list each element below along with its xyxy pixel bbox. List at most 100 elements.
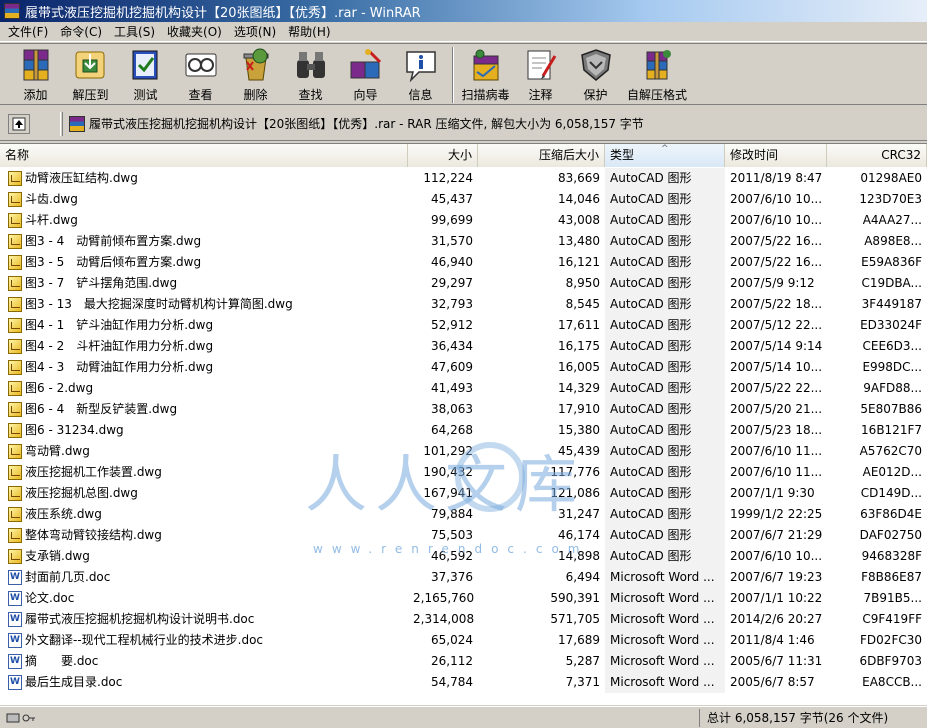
table-row[interactable]: 液压系统.dwg 79,884 31,247 AutoCAD 图形 1999/1/2 2… [0, 504, 927, 525]
sfx-button[interactable]: 自解压格式 [623, 44, 691, 104]
table-row[interactable]: 图3 - 7 铲斗摆角范围.dwg 29,297 8,950 AutoCAD 图形 20… [0, 273, 927, 294]
file-packed-size: 43,008 [558, 213, 600, 227]
table-row[interactable]: 液压挖掘机总图.dwg 167,941 121,086 AutoCAD 图形 2007/… [0, 483, 927, 504]
table-row[interactable]: 图6 - 2.dwg 41,493 14,329 AutoCAD 图形 2007/5/2… [0, 378, 927, 399]
table-row[interactable]: 斗杆.dwg 99,699 43,008 AutoCAD 图形 2007/6/10 10… [0, 210, 927, 231]
file-packed-size: 17,910 [558, 402, 600, 416]
file-packed-size: 6,494 [565, 570, 600, 584]
comment-button[interactable]: 注释 [513, 44, 568, 104]
file-name: 图3 - 5 动臂后倾布置方案.dwg [25, 255, 202, 269]
file-crc: CD149D... [860, 486, 922, 500]
column-size[interactable]: 大小 [408, 144, 478, 167]
file-crc: C9F419FF [862, 612, 922, 626]
autocad-file-icon [8, 486, 22, 501]
file-packed-size: 16,175 [558, 339, 600, 353]
file-name: 液压系统.dwg [25, 507, 102, 521]
info-button[interactable]: 信息 [393, 44, 448, 104]
file-crc: A898E8... [864, 234, 922, 248]
menu-help[interactable]: 帮助(H) [282, 23, 336, 41]
file-packed-size: 121,086 [550, 486, 600, 500]
table-row[interactable]: 论文.doc 2,165,760 590,391 Microsoft Word ...… [0, 588, 927, 609]
comment-icon [522, 47, 560, 83]
sort-ascending-icon: ^ [661, 144, 669, 154]
wizard-button[interactable]: 向导 [338, 44, 393, 104]
test-button[interactable]: 测试 [118, 44, 173, 104]
extract-to-button[interactable]: 解压到 [63, 44, 118, 104]
table-row[interactable]: 图4 - 1 铲斗油缸作用力分析.dwg 52,912 17,611 AutoCAD … [0, 315, 927, 336]
file-crc: C19DBA... [861, 276, 922, 290]
autocad-file-icon [8, 360, 22, 375]
menu-commands[interactable]: 命令(C) [54, 23, 108, 41]
column-packed[interactable]: 压缩后大小 [478, 144, 605, 167]
autocad-file-icon [8, 444, 22, 459]
table-row[interactable]: 外文翻译--现代工程机械行业的技术进步.doc 65,024 17,689 Micro… [0, 630, 927, 651]
table-row[interactable]: 摘 要.doc 26,112 5,287 Microsoft Word ... 2005… [0, 651, 927, 672]
menu-options[interactable]: 选项(N) [228, 23, 282, 41]
file-modified: 2007/5/14 9:14 [730, 339, 823, 353]
list-header: 名称 大小 压缩后大小 类型 修改时间 CRC32 [0, 144, 927, 167]
file-name-cell: 斗杆.dwg [0, 210, 408, 231]
file-modified: 2007/6/7 19:23 [730, 570, 823, 584]
find-button[interactable]: 查找 [283, 44, 338, 104]
file-packed-size: 17,611 [558, 318, 600, 332]
table-row[interactable]: 图3 - 4 动臂前倾布置方案.dwg 31,570 13,480 AutoCAD 图… [0, 231, 927, 252]
file-name-cell: 动臂液压缸结构.dwg [0, 168, 408, 189]
menu-tools[interactable]: 工具(S) [108, 23, 161, 41]
view-button-label: 查看 [188, 88, 213, 102]
virus-scan-button[interactable]: 扫描病毒 [458, 44, 513, 104]
archive-icon [69, 115, 85, 132]
file-packed-size: 15,380 [558, 423, 600, 437]
autocad-file-icon [8, 255, 22, 270]
column-modified[interactable]: 修改时间 [725, 144, 827, 167]
up-folder-button[interactable] [8, 113, 30, 134]
file-packed-size: 14,898 [558, 549, 600, 563]
word-document-icon [8, 654, 22, 669]
file-modified: 2007/5/22 16... [730, 255, 823, 269]
add-button[interactable]: 添加 [8, 44, 63, 104]
file-name: 液压挖掘机工作装置.dwg [25, 465, 162, 479]
archive-path[interactable]: 履带式液压挖掘机挖掘机构设计【20张图纸】【优秀】.rar - RAR 压缩文件… [89, 115, 644, 132]
menu-file[interactable]: 文件(F) [2, 23, 54, 41]
word-document-icon [8, 570, 22, 585]
file-size: 36,434 [431, 339, 473, 353]
table-row[interactable]: 图4 - 3 动臂油缸作用力分析.dwg 47,609 16,005 AutoCAD … [0, 357, 927, 378]
file-name-cell: 图4 - 2 斗杆油缸作用力分析.dwg [0, 336, 408, 357]
file-name-cell: 液压挖掘机工作装置.dwg [0, 462, 408, 483]
table-row[interactable]: 斗齿.dwg 45,437 14,046 AutoCAD 图形 2007/6/10 10… [0, 189, 927, 210]
file-size: 47,609 [431, 360, 473, 374]
virus-scan-button-label: 扫描病毒 [461, 88, 510, 102]
column-name[interactable]: 名称 [0, 144, 408, 167]
table-row[interactable]: 图3 - 13 最大挖掘深度时动臂机构计算简图.dwg 32,793 8,545 Au… [0, 294, 927, 315]
protect-button[interactable]: 保护 [568, 44, 623, 104]
table-row[interactable]: 封面前几页.doc 37,376 6,494 Microsoft Word ... 20… [0, 567, 927, 588]
table-row[interactable]: 液压挖掘机工作装置.dwg 190,432 117,776 AutoCAD 图形 200… [0, 462, 927, 483]
file-crc: 63F86D4E [860, 507, 922, 521]
file-name: 履带式液压挖掘机挖掘机构设计说明书.doc [25, 612, 255, 626]
table-row[interactable]: 整体弯动臂铰接结构.dwg 75,503 46,174 AutoCAD 图形 2007/… [0, 525, 927, 546]
find-button-label: 查找 [298, 88, 323, 102]
table-row[interactable]: 图6 - 31234.dwg 64,268 15,380 AutoCAD 图形 2007… [0, 420, 927, 441]
file-list[interactable]: 名称 大小 压缩后大小 类型 修改时间 CRC32 ^ 动臂液压缸结构.dwg 1… [0, 143, 927, 705]
table-row[interactable]: 支承销.dwg 46,592 14,898 AutoCAD 图形 2007/6/10 1… [0, 546, 927, 567]
sfx-button-label: 自解压格式 [626, 88, 687, 102]
add-archive-icon [17, 47, 55, 83]
file-type: AutoCAD 图形 [605, 546, 725, 567]
menu-favorites[interactable]: 收藏夹(O) [161, 23, 228, 41]
file-size: 46,592 [431, 549, 473, 563]
file-name-cell: 履带式液压挖掘机挖掘机构设计说明书.doc [0, 609, 408, 630]
table-row[interactable]: 履带式液压挖掘机挖掘机构设计说明书.doc 2,314,008 571,705 Mic… [0, 609, 927, 630]
table-row[interactable]: 弯动臂.dwg 101,292 45,439 AutoCAD 图形 2007/6/10 … [0, 441, 927, 462]
table-row[interactable]: 动臂液压缸结构.dwg 112,224 83,669 AutoCAD 图形 2011/8… [0, 168, 927, 189]
delete-button[interactable]: 删除 [228, 44, 283, 104]
table-row[interactable]: 最后生成目录.doc 54,784 7,371 Microsoft Word ... 2… [0, 672, 927, 693]
file-modified: 2007/5/23 18... [730, 423, 823, 437]
table-row[interactable]: 图3 - 5 动臂后倾布置方案.dwg 46,940 16,121 AutoCAD 图… [0, 252, 927, 273]
file-name: 摘 要.doc [25, 654, 99, 668]
file-modified: 2007/1/1 9:30 [730, 486, 815, 500]
table-row[interactable]: 图4 - 2 斗杆油缸作用力分析.dwg 36,434 16,175 AutoCAD … [0, 336, 927, 357]
file-crc: 5E807B86 [860, 402, 922, 416]
file-packed-size: 117,776 [550, 465, 600, 479]
column-crc[interactable]: CRC32 [827, 144, 927, 167]
table-row[interactable]: 图6 - 4 新型反铲装置.dwg 38,063 17,910 AutoCAD 图形 2… [0, 399, 927, 420]
view-button[interactable]: 查看 [173, 44, 228, 104]
